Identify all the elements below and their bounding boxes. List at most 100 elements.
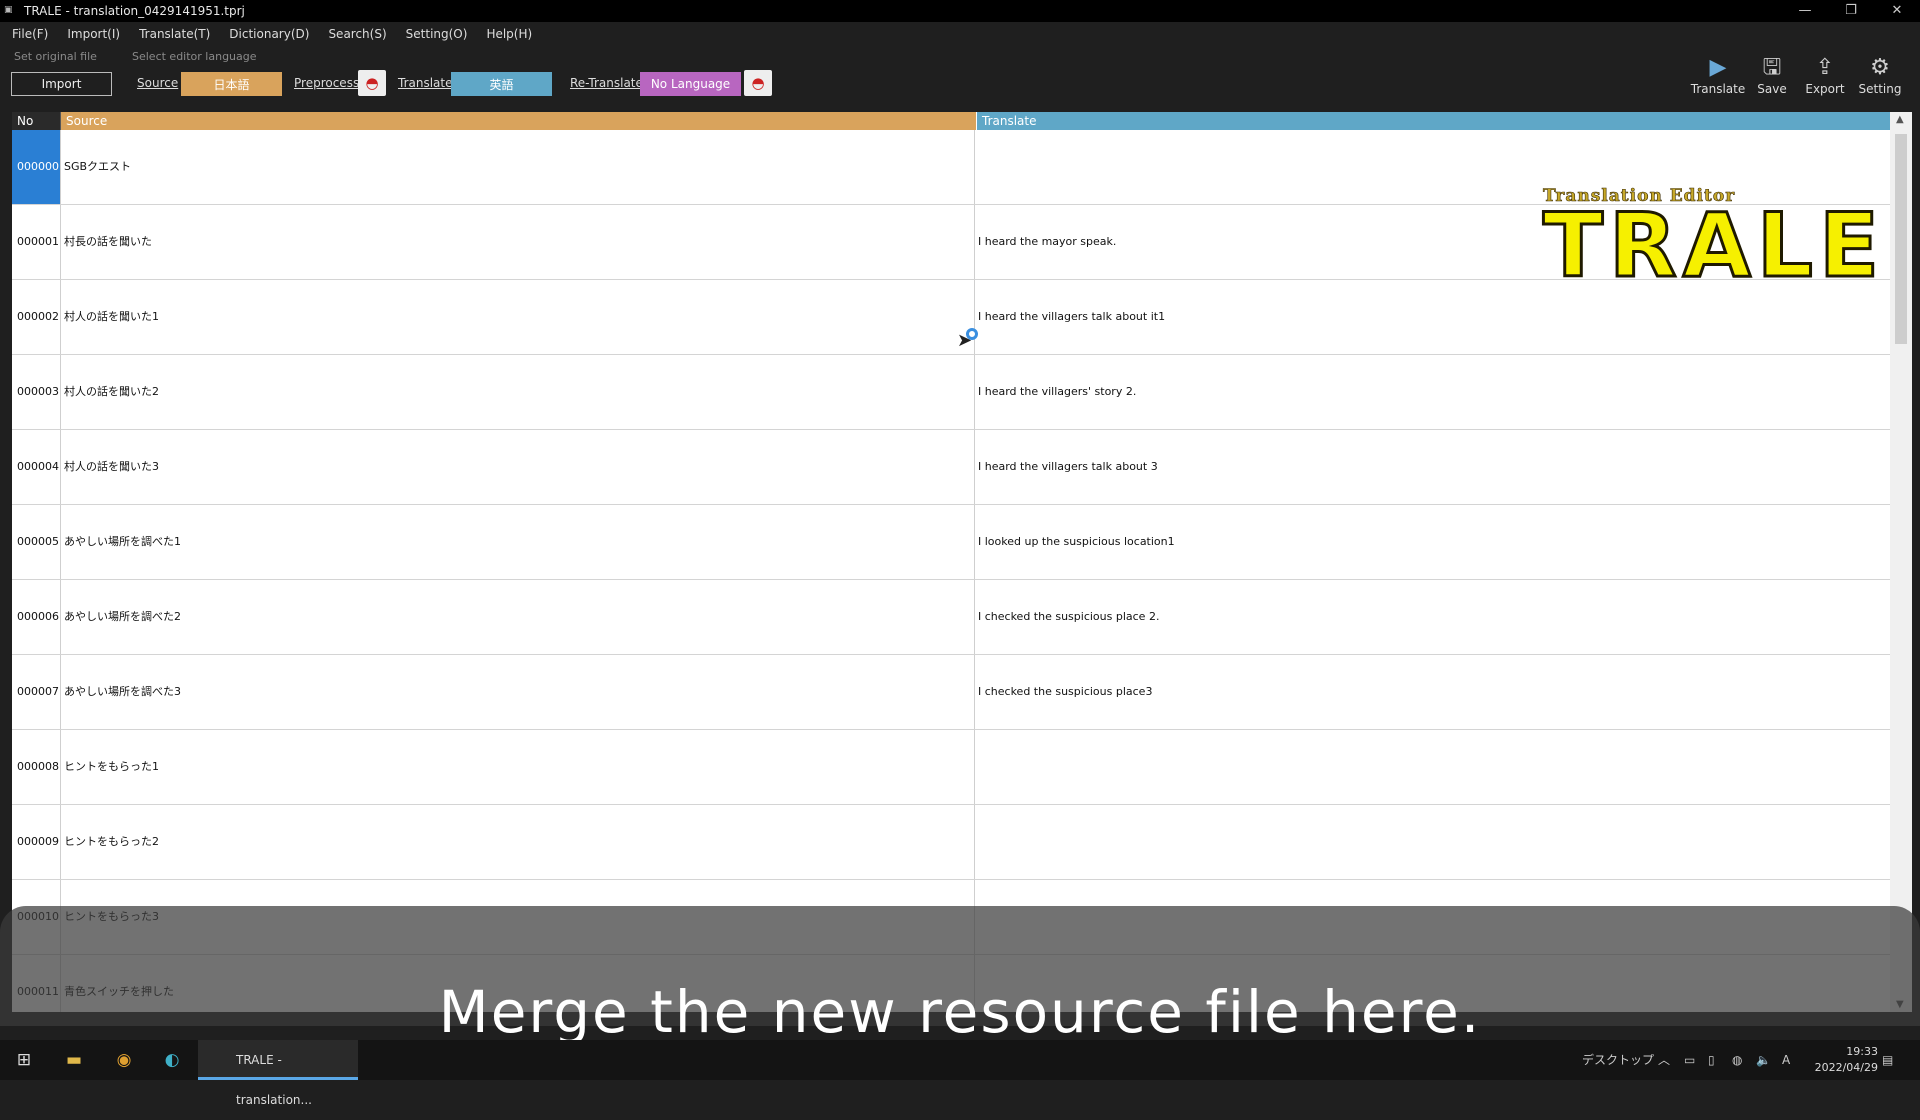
translate-cell[interactable] [976, 805, 1890, 879]
volume-icon[interactable]: 🔈 [1756, 1040, 1771, 1080]
translate-cell[interactable]: I looked up the suspicious location1 [976, 505, 1890, 579]
busy-indicator-icon [966, 328, 978, 340]
retranslate-link[interactable]: Re-Translate [570, 76, 643, 90]
menu-bar: File(F) Import(I) Translate(T) Dictionar… [0, 22, 1920, 46]
menu-file[interactable]: File(F) [12, 27, 48, 41]
table-row[interactable]: 000006 あやしい場所を調べた2 I checked the suspiciou… [12, 580, 1890, 655]
scroll-up-icon[interactable]: ▲ [1896, 114, 1904, 125]
setting-tool-button[interactable]: ⚙ Setting [1852, 54, 1908, 96]
menu-setting[interactable]: Setting(O) [406, 27, 468, 41]
caption-text: Merge the new resource file here. [438, 978, 1482, 1046]
translate-cell[interactable]: I heard the villagers talk about 3 [976, 430, 1890, 504]
scroll-thumb[interactable] [1895, 134, 1907, 344]
source-cell[interactable]: ヒントをもらった2 [62, 805, 975, 879]
source-cell[interactable]: 村人の話を聞いた1 [62, 280, 975, 354]
table-row[interactable]: 000007 あやしい場所を調べた3 I checked the suspiciou… [12, 655, 1890, 730]
preprocess-link[interactable]: Preprocess [294, 76, 359, 90]
row-number[interactable]: 000003 [12, 355, 61, 429]
menu-translate[interactable]: Translate(T) [139, 27, 210, 41]
row-number[interactable]: 000007 [12, 655, 61, 729]
export-icon: ⇪ [1815, 55, 1835, 80]
close-icon[interactable]: ✕ [1874, 0, 1920, 22]
retranslate-language-select[interactable]: No Language [640, 72, 741, 96]
table-row[interactable]: 000009 ヒントをもらった2 [12, 805, 1890, 880]
chrome-icon[interactable]: ◉ [112, 1048, 136, 1072]
trale-app-icon: ▣ [4, 5, 13, 15]
row-number[interactable]: 000004 [12, 430, 61, 504]
row-number[interactable]: 000000 [12, 130, 61, 204]
import-button[interactable]: Import [11, 72, 112, 96]
source-cell[interactable]: 村人の話を聞いた2 [62, 355, 975, 429]
row-number[interactable]: 000005 [12, 505, 61, 579]
translate-cell[interactable] [976, 730, 1890, 804]
setting-tool-label: Setting [1858, 82, 1902, 96]
menu-import[interactable]: Import(I) [67, 27, 120, 41]
source-cell[interactable]: 村人の話を聞いた3 [62, 430, 975, 504]
row-number[interactable]: 000002 [12, 280, 61, 354]
menu-help[interactable]: Help(H) [486, 27, 532, 41]
taskbar: ⊞ ▬ ◉ ◐ TRALE - translation... デスクトップ ︿ … [0, 1040, 1920, 1107]
menu-search[interactable]: Search(S) [328, 27, 386, 41]
row-number[interactable]: 000009 [12, 805, 61, 879]
edge-icon[interactable]: ◐ [160, 1048, 184, 1072]
title-bar: ▣ TRALE - translation_0429141951.tprj — … [0, 0, 1920, 22]
translate-cell[interactable]: I heard the villagers' story 2. [976, 355, 1890, 429]
preprocess-icon[interactable]: ◓ [358, 70, 386, 96]
source-cell[interactable]: SGBクエスト [62, 130, 975, 204]
notification-icon[interactable]: ▤ [1882, 1040, 1893, 1080]
trale-task-label: TRALE - translation... [236, 1053, 312, 1107]
source-cell[interactable]: 村長の話を聞いた [62, 205, 975, 279]
tray-chevron-icon[interactable]: ︿ [1658, 1040, 1670, 1080]
trale-logo: Translation Editor TRALE [1542, 186, 1886, 297]
translation-grid[interactable]: No Source Translate 000000 SGBクエスト 000001 村… [12, 112, 1912, 1012]
vertical-scrollbar[interactable]: ▲ ▼ [1890, 112, 1912, 1012]
table-row[interactable]: 000008 ヒントをもらった1 [12, 730, 1890, 805]
trale-taskbar-button[interactable]: TRALE - translation... [198, 1040, 358, 1107]
source-cell[interactable]: あやしい場所を調べた3 [62, 655, 975, 729]
row-number[interactable]: 000006 [12, 580, 61, 654]
network-icon[interactable]: ◍ [1732, 1040, 1742, 1080]
window-title: TRALE - translation_0429141951.tprj [24, 4, 245, 18]
windows-start-icon[interactable]: ⊞ [12, 1048, 36, 1072]
restore-icon[interactable]: ❐ [1828, 0, 1874, 22]
translate-language-select[interactable]: 英語 [451, 72, 552, 96]
translate-tool-button[interactable]: ▶ Translate [1690, 54, 1746, 96]
clock[interactable]: 19:33 2022/04/29 [1788, 1044, 1878, 1076]
retranslate-icon[interactable]: ◓ [744, 70, 772, 96]
header-translate[interactable]: Translate [976, 112, 1890, 130]
save-tool-label: Save [1757, 82, 1787, 96]
save-tool-button[interactable]: 🖫 Save [1744, 54, 1800, 96]
source-language-select[interactable]: 日本語 [181, 72, 282, 96]
source-link[interactable]: Source [137, 76, 178, 90]
translate-cell[interactable]: I checked the suspicious place 2. [976, 580, 1890, 654]
source-cell[interactable]: あやしい場所を調べた1 [62, 505, 975, 579]
play-icon: ▶ [1709, 55, 1727, 80]
desktop-label[interactable]: デスクトップ [1582, 1040, 1654, 1080]
hint-set-original: Set original file [14, 50, 97, 63]
translate-cell[interactable]: I checked the suspicious place3 [976, 655, 1890, 729]
save-icon: 🖫 [1762, 55, 1782, 80]
source-cell[interactable]: ヒントをもらった1 [62, 730, 975, 804]
row-number[interactable]: 000001 [12, 205, 61, 279]
export-tool-label: Export [1805, 82, 1845, 96]
table-row[interactable]: 000005 あやしい場所を調べた1 I looked up the suspici… [12, 505, 1890, 580]
row-number[interactable]: 000008 [12, 730, 61, 804]
logo-title: TRALE [1542, 194, 1886, 297]
table-row[interactable]: 000003 村人の話を聞いた2 I heard the villagers' st… [12, 355, 1890, 430]
clock-time: 19:33 [1846, 1045, 1878, 1058]
header-source[interactable]: Source [61, 112, 976, 130]
export-tool-button[interactable]: ⇪ Export [1797, 54, 1853, 96]
header-no[interactable]: No [12, 112, 61, 130]
translate-tool-label: Translate [1690, 82, 1746, 96]
battery-icon[interactable]: ▯ [1708, 1040, 1715, 1080]
source-cell[interactable]: あやしい場所を調べた2 [62, 580, 975, 654]
tray-device-icon[interactable]: ▭ [1684, 1040, 1695, 1080]
file-explorer-icon[interactable]: ▬ [62, 1048, 86, 1072]
menu-dictionary[interactable]: Dictionary(D) [229, 27, 309, 41]
window-controls: — ❐ ✕ [1782, 0, 1920, 22]
table-row[interactable]: 000004 村人の話を聞いた3 I heard the villagers tal… [12, 430, 1890, 505]
translate-link[interactable]: Translate [398, 76, 453, 90]
minimize-icon[interactable]: — [1782, 0, 1828, 22]
hint-editor-language: Select editor language [132, 50, 257, 63]
toolbar: Set original file Select editor language… [0, 46, 1920, 102]
